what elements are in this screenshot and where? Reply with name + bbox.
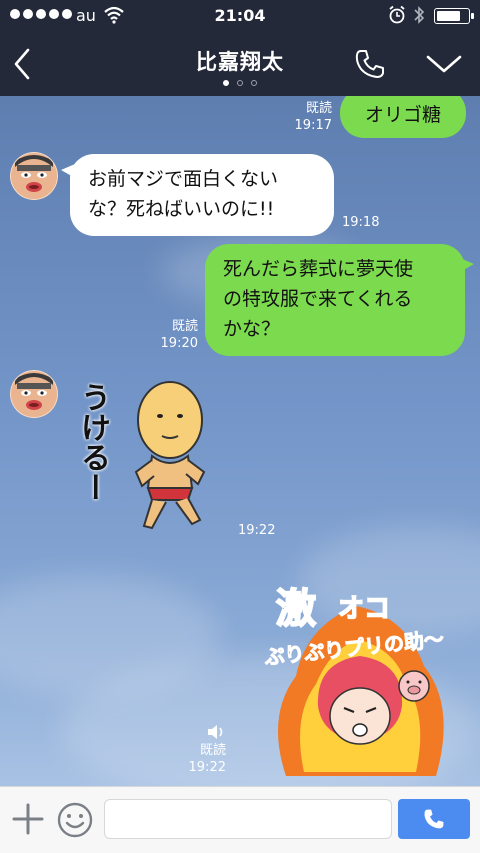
message-line: お前マジで面白くない <box>88 168 279 190</box>
chat-area[interactable]: 既読 19:17 オリゴ糖 お前マジで面白くない な？死ねばいいのに!! 19:… <box>0 96 480 786</box>
speaker-icon[interactable] <box>206 724 226 740</box>
incoming-sticker[interactable]: うけるー <box>70 376 230 546</box>
page-dot <box>251 80 257 86</box>
outgoing-message-bubble[interactable]: 死んだら葬式に夢天使 の特攻服で来てくれる かな？ <box>205 244 474 356</box>
bald-man-sticker-icon <box>134 381 206 530</box>
message-line: かな？ <box>223 318 281 340</box>
read-receipt: 既読 <box>305 101 332 116</box>
sticker-text: 激 <box>275 585 317 633</box>
message-line: の特攻服で来てくれる <box>223 288 413 310</box>
page-dot <box>223 80 229 86</box>
chevron-down-icon[interactable] <box>424 52 464 76</box>
page-dot <box>237 80 243 86</box>
message-line: な？死ねばいいのに!! <box>88 198 275 220</box>
message-meta: 既読 19:17 <box>286 100 332 134</box>
contact-name-title[interactable]: 比嘉翔太 <box>0 46 480 76</box>
phone-icon <box>424 809 444 829</box>
chat-header: 比嘉翔太 <box>0 32 480 96</box>
emoji-icon[interactable] <box>56 801 94 839</box>
status-bar: au 21:04 <box>0 0 480 32</box>
battery-level <box>437 11 460 21</box>
message-meta: 既読 19:20 <box>152 318 198 352</box>
message-time: 19:17 <box>294 118 332 133</box>
status-time: 21:04 <box>214 6 266 25</box>
bluetooth-icon <box>414 6 425 24</box>
battery-icon <box>434 8 474 24</box>
avatar-face-icon <box>11 153 57 199</box>
message-time: 19:22 <box>238 523 276 538</box>
sticker-text: うけるー <box>75 382 110 502</box>
outgoing-message-bubble[interactable]: オリゴ糖 <box>340 96 466 138</box>
page-indicator <box>0 80 480 86</box>
voice-call-button[interactable] <box>398 799 470 839</box>
read-receipt: 既読 <box>171 319 198 334</box>
message-time: 19:22 <box>188 760 226 775</box>
sticker-text: オコ <box>337 593 391 625</box>
read-receipt: 既読 <box>199 743 226 758</box>
phone-call-icon[interactable] <box>352 46 388 82</box>
message-meta: 既読 19:22 <box>180 742 226 776</box>
avatar-face-icon <box>11 371 57 417</box>
message-text: オリゴ糖 <box>364 104 441 126</box>
message-input[interactable] <box>104 799 392 839</box>
message-time: 19:18 <box>342 215 380 230</box>
plus-icon[interactable] <box>10 801 46 837</box>
alarm-clock-icon <box>389 5 405 24</box>
message-time: 19:20 <box>160 336 198 351</box>
message-input-bar <box>0 786 480 853</box>
outgoing-sticker[interactable]: 激 オコ ぷりぷりプリの助〜 <box>256 566 468 782</box>
contact-avatar[interactable] <box>10 370 58 418</box>
message-line: 死んだら葬式に夢天使 <box>223 258 414 280</box>
contact-avatar[interactable] <box>10 152 58 200</box>
incoming-message-bubble[interactable]: お前マジで面白くない な？死ねばいいのに!! <box>61 154 334 236</box>
